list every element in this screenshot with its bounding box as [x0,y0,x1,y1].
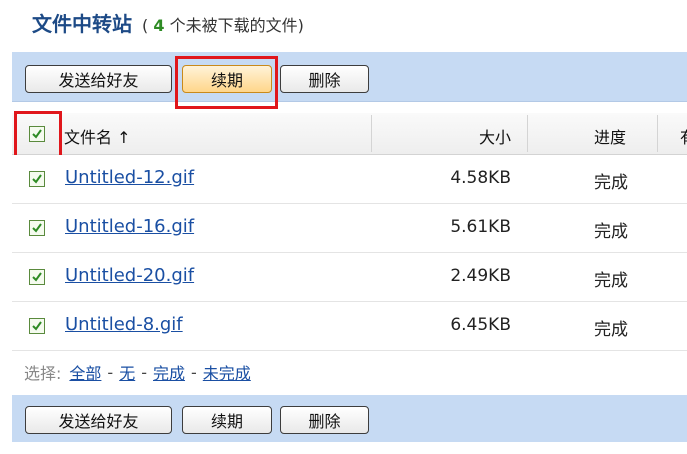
column-divider [657,115,658,152]
page-header: 文件中转站 ( 4 个未被下载的文件) [32,8,304,38]
selection-bar: 选择: 全部 - 无 - 完成 - 未完成 [24,360,251,384]
renew-button[interactable]: 续期 [182,406,272,434]
table-row: Untitled-16.gif 5.61KB 完成 [12,204,687,253]
file-progress: 完成 [594,173,628,193]
column-header-progress[interactable]: 进度 [594,124,626,148]
file-size: 4.58KB [450,168,511,188]
select-done-link[interactable]: 完成 [153,360,185,384]
sort-ascending-icon: ↑ [117,128,131,147]
file-size: 5.61KB [450,217,511,237]
file-progress: 完成 [594,222,628,242]
file-size: 6.45KB [450,315,511,335]
column-header-extra[interactable]: 有 [680,124,687,148]
row-checkbox[interactable] [29,318,45,334]
file-link[interactable]: Untitled-16.gif [65,216,194,237]
check-icon [32,272,42,282]
separator: - [191,362,197,382]
file-link[interactable]: Untitled-12.gif [65,167,194,188]
check-icon [32,223,42,233]
table-row: Untitled-12.gif 4.58KB 完成 [12,155,687,204]
check-icon [32,174,42,184]
delete-button[interactable]: 删除 [280,406,369,434]
pending-files-count: 4 [153,16,165,35]
column-divider [527,115,528,152]
column-header-filename[interactable]: 文件名 ↑ [64,124,131,148]
file-link[interactable]: Untitled-8.gif [65,314,183,335]
table-row: Untitled-8.gif 6.45KB 完成 [12,302,687,351]
pending-files-summary: ( 4 个未被下载的文件) [142,12,304,36]
table-row: Untitled-20.gif 2.49KB 完成 [12,253,687,302]
bottom-toolbar: 发送给好友 续期 删除 [12,395,687,442]
subtitle-text: 个未被下载的文件) [169,16,304,35]
filename-header-label: 文件名 [64,128,113,147]
file-link[interactable]: Untitled-20.gif [65,265,194,286]
file-progress: 完成 [594,320,628,340]
column-divider [371,115,372,152]
separator: - [141,362,147,382]
send-to-friend-button[interactable]: 发送给好友 [25,65,172,93]
check-icon [32,129,42,139]
file-progress: 完成 [594,271,628,291]
file-size: 2.49KB [450,266,511,286]
check-icon [32,321,42,331]
select-all-checkbox[interactable] [29,126,45,142]
table-header: 文件名 ↑ 大小 进度 有 [12,113,687,155]
page-title: 文件中转站 [32,12,132,36]
top-toolbar: 发送给好友 续期 删除 [12,52,687,102]
row-checkbox[interactable] [29,269,45,285]
separator: - [107,362,114,382]
row-checkbox[interactable] [29,220,45,236]
selection-label: 选择: [24,364,62,383]
column-header-size[interactable]: 大小 [479,124,511,148]
renew-button[interactable]: 续期 [182,65,272,93]
row-checkbox[interactable] [29,171,45,187]
send-to-friend-button[interactable]: 发送给好友 [25,406,172,434]
select-undone-link[interactable]: 未完成 [203,360,251,384]
delete-button[interactable]: 删除 [280,65,369,93]
subtitle-open-paren: ( [142,16,149,35]
select-all-link[interactable]: 全部 [69,360,101,384]
select-none-link[interactable]: 无 [119,360,135,384]
